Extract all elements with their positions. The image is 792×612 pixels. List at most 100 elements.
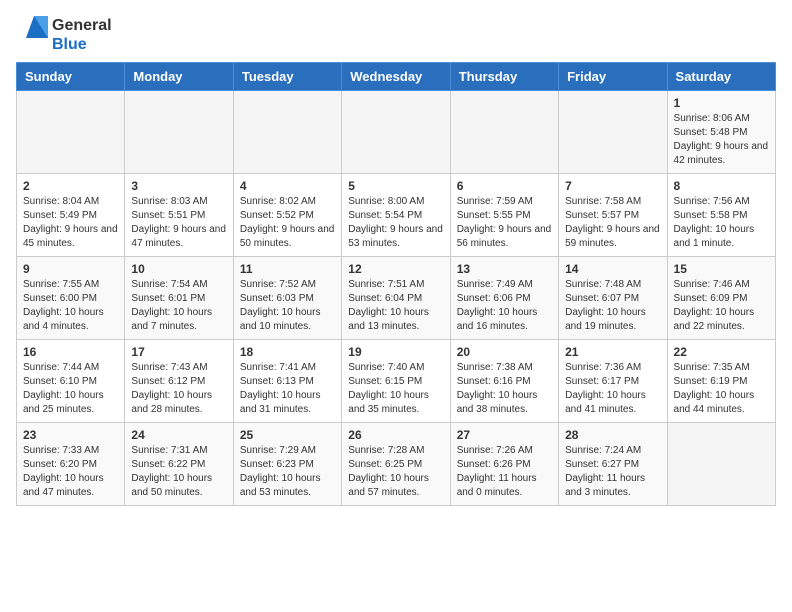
day-info: Sunrise: 8:03 AM Sunset: 5:51 PM Dayligh… bbox=[131, 195, 226, 251]
calendar-cell: 3 Sunrise: 8:03 AM Sunset: 5:51 PM Daylig… bbox=[125, 174, 233, 257]
day-info: Sunrise: 7:59 AM Sunset: 5:55 PM Dayligh… bbox=[457, 195, 552, 251]
day-number: 3 bbox=[131, 179, 226, 193]
day-info: Sunrise: 7:44 AM Sunset: 6:10 PM Dayligh… bbox=[23, 361, 118, 417]
day-of-week-header: Saturday bbox=[667, 63, 775, 91]
day-info: Sunrise: 8:06 AM Sunset: 5:48 PM Dayligh… bbox=[674, 112, 769, 168]
day-number: 9 bbox=[23, 262, 118, 276]
calendar-cell: 5 Sunrise: 8:00 AM Sunset: 5:54 PM Daylig… bbox=[342, 174, 450, 257]
day-number: 15 bbox=[674, 262, 769, 276]
calendar-cell: 17 Sunrise: 7:43 AM Sunset: 6:12 PM Dayli… bbox=[125, 340, 233, 423]
day-number: 19 bbox=[348, 345, 443, 359]
calendar-cell: 14 Sunrise: 7:48 AM Sunset: 6:07 PM Dayli… bbox=[559, 257, 667, 340]
calendar-cell: 23 Sunrise: 7:33 AM Sunset: 6:20 PM Dayli… bbox=[17, 423, 125, 506]
day-number: 18 bbox=[240, 345, 335, 359]
day-info: Sunrise: 7:31 AM Sunset: 6:22 PM Dayligh… bbox=[131, 444, 226, 500]
calendar-cell bbox=[559, 91, 667, 174]
logo: GeneralBlue bbox=[16, 16, 112, 54]
calendar-cell: 27 Sunrise: 7:26 AM Sunset: 6:26 PM Dayli… bbox=[450, 423, 558, 506]
day-info: Sunrise: 7:54 AM Sunset: 6:01 PM Dayligh… bbox=[131, 278, 226, 334]
calendar-cell: 6 Sunrise: 7:59 AM Sunset: 5:55 PM Daylig… bbox=[450, 174, 558, 257]
day-info: Sunrise: 7:26 AM Sunset: 6:26 PM Dayligh… bbox=[457, 444, 552, 500]
day-info: Sunrise: 7:33 AM Sunset: 6:20 PM Dayligh… bbox=[23, 444, 118, 500]
calendar-cell: 16 Sunrise: 7:44 AM Sunset: 6:10 PM Dayli… bbox=[17, 340, 125, 423]
day-info: Sunrise: 8:00 AM Sunset: 5:54 PM Dayligh… bbox=[348, 195, 443, 251]
day-info: Sunrise: 7:55 AM Sunset: 6:00 PM Dayligh… bbox=[23, 278, 118, 334]
calendar-cell: 22 Sunrise: 7:35 AM Sunset: 6:19 PM Dayli… bbox=[667, 340, 775, 423]
day-of-week-header: Tuesday bbox=[233, 63, 341, 91]
day-number: 16 bbox=[23, 345, 118, 359]
day-info: Sunrise: 7:48 AM Sunset: 6:07 PM Dayligh… bbox=[565, 278, 660, 334]
day-of-week-header: Monday bbox=[125, 63, 233, 91]
calendar-cell bbox=[342, 91, 450, 174]
day-of-week-header: Thursday bbox=[450, 63, 558, 91]
day-number: 11 bbox=[240, 262, 335, 276]
calendar-cell bbox=[450, 91, 558, 174]
day-info: Sunrise: 8:04 AM Sunset: 5:49 PM Dayligh… bbox=[23, 195, 118, 251]
logo-general: General bbox=[52, 16, 112, 35]
calendar-cell: 2 Sunrise: 8:04 AM Sunset: 5:49 PM Daylig… bbox=[17, 174, 125, 257]
calendar-cell: 28Sunrise: 7:24 AM Sunset: 6:27 PM Dayli… bbox=[559, 423, 667, 506]
day-info: Sunrise: 7:49 AM Sunset: 6:06 PM Dayligh… bbox=[457, 278, 552, 334]
calendar-cell: 19 Sunrise: 7:40 AM Sunset: 6:15 PM Dayli… bbox=[342, 340, 450, 423]
calendar-cell: 12 Sunrise: 7:51 AM Sunset: 6:04 PM Dayli… bbox=[342, 257, 450, 340]
calendar-cell: 21 Sunrise: 7:36 AM Sunset: 6:17 PM Dayli… bbox=[559, 340, 667, 423]
calendar-cell: 9 Sunrise: 7:55 AM Sunset: 6:00 PM Daylig… bbox=[17, 257, 125, 340]
day-info: Sunrise: 7:46 AM Sunset: 6:09 PM Dayligh… bbox=[674, 278, 769, 334]
calendar-cell: 15 Sunrise: 7:46 AM Sunset: 6:09 PM Dayli… bbox=[667, 257, 775, 340]
day-number: 5 bbox=[348, 179, 443, 193]
day-number: 20 bbox=[457, 345, 552, 359]
day-info: Sunrise: 7:28 AM Sunset: 6:25 PM Dayligh… bbox=[348, 444, 443, 500]
day-info: Sunrise: 7:29 AM Sunset: 6:23 PM Dayligh… bbox=[240, 444, 335, 500]
day-number: 27 bbox=[457, 428, 552, 442]
calendar-cell: 8 Sunrise: 7:56 AM Sunset: 5:58 PM Daylig… bbox=[667, 174, 775, 257]
day-info: Sunrise: 7:40 AM Sunset: 6:15 PM Dayligh… bbox=[348, 361, 443, 417]
day-info: Sunrise: 7:41 AM Sunset: 6:13 PM Dayligh… bbox=[240, 361, 335, 417]
day-number: 25 bbox=[240, 428, 335, 442]
calendar-cell: 25 Sunrise: 7:29 AM Sunset: 6:23 PM Dayli… bbox=[233, 423, 341, 506]
day-info: Sunrise: 7:43 AM Sunset: 6:12 PM Dayligh… bbox=[131, 361, 226, 417]
calendar-cell bbox=[17, 91, 125, 174]
calendar-cell: 1 Sunrise: 8:06 AM Sunset: 5:48 PM Daylig… bbox=[667, 91, 775, 174]
calendar-table: SundayMondayTuesdayWednesdayThursdayFrid… bbox=[16, 62, 776, 506]
day-number: 6 bbox=[457, 179, 552, 193]
calendar-cell: 11 Sunrise: 7:52 AM Sunset: 6:03 PM Dayli… bbox=[233, 257, 341, 340]
calendar-cell: 10 Sunrise: 7:54 AM Sunset: 6:01 PM Dayli… bbox=[125, 257, 233, 340]
day-number: 26 bbox=[348, 428, 443, 442]
day-number: 13 bbox=[457, 262, 552, 276]
calendar-cell bbox=[125, 91, 233, 174]
day-of-week-header: Friday bbox=[559, 63, 667, 91]
day-of-week-header: Sunday bbox=[17, 63, 125, 91]
day-number: 14 bbox=[565, 262, 660, 276]
day-number: 23 bbox=[23, 428, 118, 442]
calendar-cell bbox=[667, 423, 775, 506]
day-info: Sunrise: 7:51 AM Sunset: 6:04 PM Dayligh… bbox=[348, 278, 443, 334]
day-number: 4 bbox=[240, 179, 335, 193]
day-number: 1 bbox=[674, 96, 769, 110]
day-number: 21 bbox=[565, 345, 660, 359]
calendar-cell: 13 Sunrise: 7:49 AM Sunset: 6:06 PM Dayli… bbox=[450, 257, 558, 340]
calendar-cell: 18 Sunrise: 7:41 AM Sunset: 6:13 PM Dayli… bbox=[233, 340, 341, 423]
logo-icon bbox=[16, 16, 48, 54]
day-number: 10 bbox=[131, 262, 226, 276]
day-number: 8 bbox=[674, 179, 769, 193]
day-info: Sunrise: 7:38 AM Sunset: 6:16 PM Dayligh… bbox=[457, 361, 552, 417]
day-info: Sunrise: 7:58 AM Sunset: 5:57 PM Dayligh… bbox=[565, 195, 660, 251]
day-number: 17 bbox=[131, 345, 226, 359]
calendar-cell: 7 Sunrise: 7:58 AM Sunset: 5:57 PM Daylig… bbox=[559, 174, 667, 257]
calendar-cell: 20 Sunrise: 7:38 AM Sunset: 6:16 PM Dayli… bbox=[450, 340, 558, 423]
calendar-cell: 4Sunrise: 8:02 AM Sunset: 5:52 PM Daylig… bbox=[233, 174, 341, 257]
day-info: Sunrise: 7:36 AM Sunset: 6:17 PM Dayligh… bbox=[565, 361, 660, 417]
day-number: 7 bbox=[565, 179, 660, 193]
day-info: Sunrise: 7:56 AM Sunset: 5:58 PM Dayligh… bbox=[674, 195, 769, 251]
day-of-week-header: Wednesday bbox=[342, 63, 450, 91]
day-info: Sunrise: 7:24 AM Sunset: 6:27 PM Dayligh… bbox=[565, 444, 660, 500]
calendar-cell: 26 Sunrise: 7:28 AM Sunset: 6:25 PM Dayli… bbox=[342, 423, 450, 506]
day-info: Sunrise: 7:52 AM Sunset: 6:03 PM Dayligh… bbox=[240, 278, 335, 334]
logo-blue: Blue bbox=[52, 35, 112, 54]
day-info: Sunrise: 7:35 AM Sunset: 6:19 PM Dayligh… bbox=[674, 361, 769, 417]
calendar-cell bbox=[233, 91, 341, 174]
day-number: 12 bbox=[348, 262, 443, 276]
day-number: 22 bbox=[674, 345, 769, 359]
day-number: 24 bbox=[131, 428, 226, 442]
day-number: 2 bbox=[23, 179, 118, 193]
